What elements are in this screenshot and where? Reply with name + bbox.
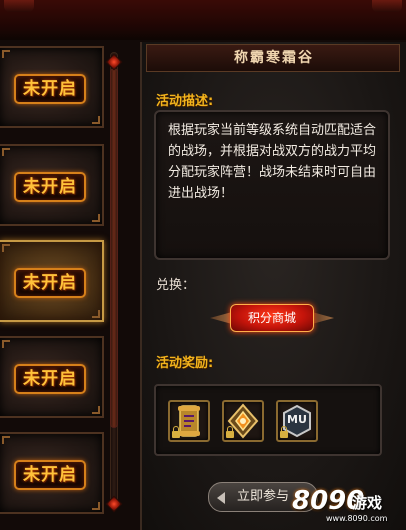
lock-icon (280, 426, 288, 438)
card-corner (2, 436, 10, 444)
card-corner (2, 340, 10, 348)
description-box: 根据玩家当前等级系统自动匹配适合的战场，并根据对战双方的战力平均分配玩家阵营！战… (154, 110, 390, 260)
title-bar: 称霸寒霜谷 (146, 44, 400, 72)
lock-icon (172, 426, 180, 438)
card-corner (92, 310, 100, 318)
card-corner (92, 214, 100, 222)
exchange-label: 兑换： (156, 278, 196, 293)
watermark-brand: 游戏 (352, 494, 383, 512)
card-corner (2, 244, 10, 252)
status-badge: 未开启 (14, 172, 86, 202)
join-now-label: 立即参与 (236, 489, 289, 504)
top-frame (0, 0, 406, 40)
arrow-left-icon (217, 492, 225, 504)
status-badge: 未开启 (14, 460, 86, 490)
watermark-url: www.8090.com (326, 514, 388, 523)
mu-badge-text: MU (287, 413, 307, 426)
event-card-4[interactable]: 未开启 (0, 336, 104, 418)
reward-slot-2[interactable] (222, 400, 264, 442)
card-corner (92, 406, 100, 414)
event-card-2[interactable]: 未开启 (0, 144, 104, 226)
status-badge: 未开启 (14, 268, 86, 298)
event-card-5[interactable]: 未开启 (0, 432, 104, 514)
points-shop-label: 积分商城 (230, 304, 314, 332)
frame-ornament (4, 0, 34, 12)
event-card-3-selected[interactable]: 未开启 (0, 240, 104, 322)
reward-label: 活动奖励: (156, 356, 214, 371)
reward-slot-1[interactable] (168, 400, 210, 442)
frame-ornament (372, 0, 402, 12)
description-label: 活动描述: (156, 94, 214, 109)
site-watermark: 8090 游戏 www.8090.com (292, 486, 404, 526)
scrollbar-thumb[interactable] (110, 68, 118, 428)
description-text: 根据玩家当前等级系统自动匹配适合的战场，并根据对战双方的战力平均分配玩家阵营！战… (168, 123, 377, 201)
status-badge: 未开启 (14, 364, 86, 394)
event-card-1[interactable]: 未开启 (0, 46, 104, 128)
button-wing-decoration (210, 312, 232, 324)
card-corner (2, 148, 10, 156)
event-list: 未开启 未开启 未开启 未开启 未开启 (0, 38, 110, 530)
points-shop-button[interactable]: 积分商城 (210, 302, 334, 334)
card-corner (92, 116, 100, 124)
card-corner (2, 50, 10, 58)
card-corner (92, 502, 100, 510)
reward-slot-3[interactable]: MU (276, 400, 318, 442)
status-badge: 未开启 (14, 74, 86, 104)
lock-icon (226, 426, 234, 438)
page-title: 称霸寒霜谷 (234, 50, 314, 66)
